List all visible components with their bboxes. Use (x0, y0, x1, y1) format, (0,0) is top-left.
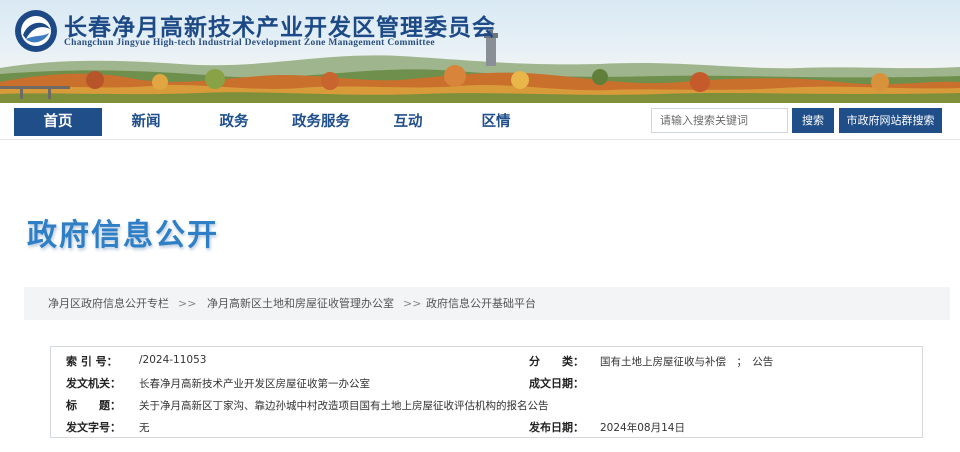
nav-item-government-services[interactable]: 政务服务 (282, 108, 360, 136)
logo-icon (15, 10, 57, 52)
breadcrumb: 净月区政府信息公开专栏 >> 净月高新区土地和房屋征收管理办公室 >> 政府信息… (24, 287, 950, 320)
publish-date-value: 2024年08月14日 (600, 422, 685, 434)
title-value: 关于净月高新区丁家沟、靠边孙城中村改造项目国有土地上房屋征收评估机构的报名公告 (139, 400, 549, 412)
site-group-search-button[interactable]: 市政府网站群搜索 (839, 108, 942, 133)
header-banner: 长春净月高新技术产业开发区管理委员会 Changchun Jingyue Hig… (0, 0, 960, 103)
document-info-table: 索 引 号： /2024-11053 分 类： 国有土地上房屋征收与补偿 ； 公… (50, 346, 923, 438)
written-date-label: 成文日期： (529, 377, 584, 390)
page-title: 政府信息公开 (27, 218, 219, 253)
breadcrumb-separator: >> (178, 297, 197, 310)
breadcrumb-item-info-column[interactable]: 净月区政府信息公开专栏 (48, 287, 169, 320)
issuer-value: 长春净月高新技术产业开发区房屋征收第一办公室 (139, 378, 370, 390)
publish-date-label: 发布日期： (529, 421, 584, 434)
org-name-cn: 长春净月高新技术产业开发区管理委员会 (64, 14, 496, 41)
search-input[interactable] (651, 108, 788, 133)
nav-item-news[interactable]: 新闻 (108, 108, 184, 136)
index-number-value: /2024-11053 (139, 354, 207, 366)
category-label: 分 类： (529, 355, 584, 368)
breadcrumb-separator: >> (403, 297, 422, 310)
doc-number-label: 发文字号： (66, 421, 121, 434)
nav-item-district-info[interactable]: 区情 (458, 108, 534, 136)
breadcrumb-item-land-office[interactable]: 净月高新区土地和房屋征收管理办公室 (207, 287, 394, 320)
search-button[interactable]: 搜索 (792, 108, 834, 133)
title-label: 标 题： (66, 399, 121, 412)
org-name-en: Changchun Jingyue High-tech Industrial D… (64, 38, 435, 48)
category-value: 国有土地上房屋征收与补偿 ； 公告 (600, 356, 774, 368)
nav-item-interaction[interactable]: 互动 (370, 108, 446, 136)
index-number-label: 索 引 号： (66, 355, 118, 368)
nav-item-government-affairs[interactable]: 政务 (196, 108, 272, 136)
nav-item-home[interactable]: 首页 (14, 108, 102, 136)
issuer-label: 发文机关： (66, 377, 121, 390)
doc-number-value: 无 (139, 422, 150, 434)
breadcrumb-item-platform[interactable]: 政府信息公开基础平台 (426, 287, 536, 320)
